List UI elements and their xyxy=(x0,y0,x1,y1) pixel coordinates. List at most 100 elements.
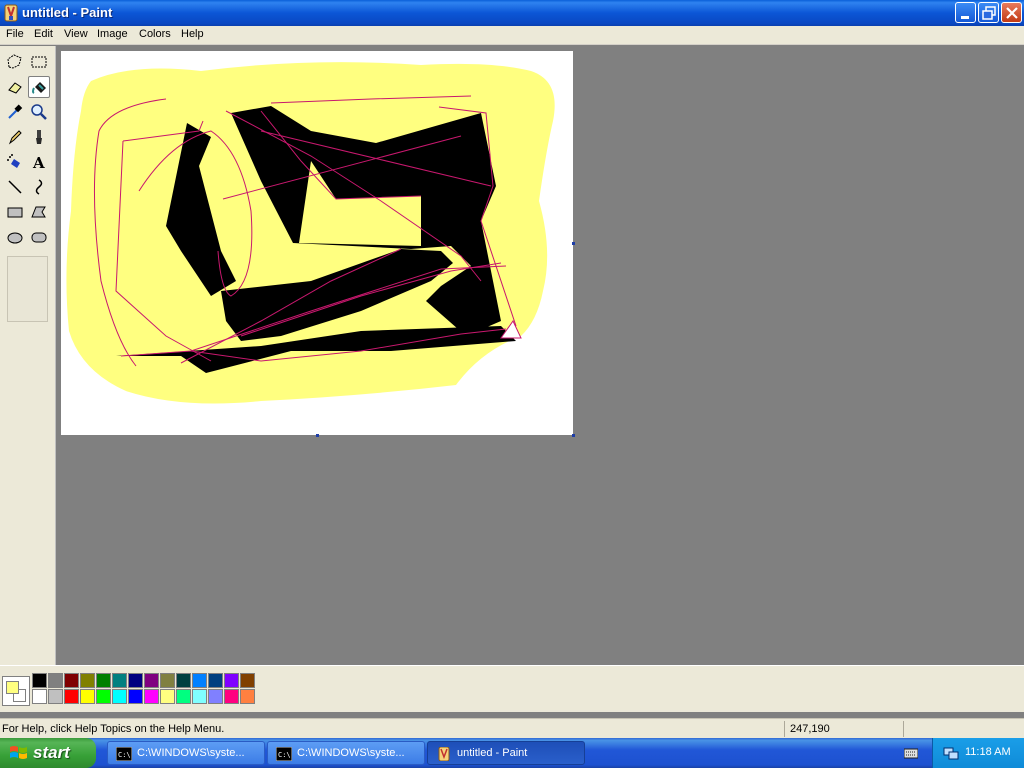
canvas-drawing xyxy=(66,62,555,404)
pencil-tool[interactable] xyxy=(4,126,26,148)
menu-help[interactable]: Help xyxy=(180,28,205,40)
resize-handle-right[interactable] xyxy=(572,242,575,245)
drawing-canvas[interactable] xyxy=(61,51,573,435)
network-icon[interactable] xyxy=(943,745,959,761)
taskbar-clock[interactable]: 11:18 AM xyxy=(965,746,1011,758)
taskbar-item-cmd-1[interactable]: C:\ C:\WINDOWS\syste... xyxy=(107,741,265,765)
menu-view[interactable]: View xyxy=(63,28,89,40)
polygon-tool[interactable] xyxy=(28,201,50,223)
color-swatch[interactable] xyxy=(48,673,63,688)
menu-image[interactable]: Image xyxy=(96,28,129,40)
color-box xyxy=(0,665,1024,712)
taskbar-item-label: C:\WINDOWS\syste... xyxy=(137,747,245,759)
menu-edit[interactable]: Edit xyxy=(33,28,54,40)
pick-color-tool[interactable] xyxy=(4,101,26,123)
airbrush-icon xyxy=(7,154,20,168)
window-title: untitled - Paint xyxy=(22,5,113,20)
free-form-select-icon xyxy=(7,54,22,69)
color-swatch[interactable] xyxy=(208,673,223,688)
color-swatch[interactable] xyxy=(64,673,79,688)
airbrush-tool[interactable] xyxy=(4,151,26,173)
close-button[interactable] xyxy=(1001,2,1022,23)
free-form-select-tool[interactable] xyxy=(4,51,26,73)
rectangle-icon xyxy=(7,207,23,218)
ellipse-icon xyxy=(7,232,23,244)
tool-box: A xyxy=(0,46,56,666)
line-tool[interactable] xyxy=(4,176,26,198)
start-button[interactable]: start xyxy=(0,738,96,768)
svg-text:A: A xyxy=(32,154,45,171)
color-swatch[interactable] xyxy=(192,673,207,688)
color-swatch[interactable] xyxy=(224,689,239,704)
tool-options-panel[interactable] xyxy=(7,256,48,322)
color-swatch[interactable] xyxy=(224,673,239,688)
color-swatch[interactable] xyxy=(240,673,255,688)
color-swatch[interactable] xyxy=(128,689,143,704)
text-icon: A xyxy=(32,154,45,171)
line-icon xyxy=(8,180,22,194)
paint-bucket-icon xyxy=(32,82,46,94)
color-swatch[interactable] xyxy=(112,673,127,688)
color-swatch[interactable] xyxy=(64,689,79,704)
svg-text:C:\: C:\ xyxy=(278,751,291,759)
color-swatch[interactable] xyxy=(144,689,159,704)
polygon-icon xyxy=(31,206,46,218)
color-swatch[interactable] xyxy=(80,673,95,688)
keyboard-icon[interactable] xyxy=(904,747,918,759)
rect-select-icon xyxy=(31,56,47,68)
color-swatch[interactable] xyxy=(192,689,207,704)
paint-icon xyxy=(438,747,450,761)
color-swatch[interactable] xyxy=(176,673,191,688)
svg-text:C:\: C:\ xyxy=(118,751,131,759)
taskbar: start C:\ C:\WINDOWS\syste... C:\ C:\WIN… xyxy=(0,738,1024,768)
title-bar: untitled - Paint xyxy=(0,0,1024,26)
resize-handle-bottom[interactable] xyxy=(316,434,319,437)
select-tool[interactable] xyxy=(28,51,50,73)
menu-file[interactable]: File xyxy=(5,28,25,40)
color-swatch[interactable] xyxy=(96,673,111,688)
taskbar-item-label: C:\WINDOWS\syste... xyxy=(297,747,405,759)
eyedropper-icon xyxy=(8,104,23,119)
fill-with-color-tool[interactable] xyxy=(28,76,50,98)
color-swatch[interactable] xyxy=(32,673,47,688)
menu-colors[interactable]: Colors xyxy=(138,28,172,40)
color-swatch[interactable] xyxy=(144,673,159,688)
current-colors[interactable] xyxy=(2,676,30,706)
eraser-tool[interactable] xyxy=(4,76,26,98)
curve-tool[interactable] xyxy=(28,176,50,198)
color-swatch[interactable] xyxy=(112,689,127,704)
resize-handle-corner[interactable] xyxy=(572,434,575,437)
color-swatch[interactable] xyxy=(48,689,63,704)
status-bar: For Help, click Help Topics on the Help … xyxy=(0,718,1024,738)
text-tool[interactable]: A xyxy=(28,151,50,173)
minimize-button[interactable] xyxy=(955,2,976,23)
color-swatch[interactable] xyxy=(80,689,95,704)
color-swatch[interactable] xyxy=(240,689,255,704)
color-swatch[interactable] xyxy=(176,689,191,704)
restore-button[interactable] xyxy=(978,2,999,23)
color-swatch[interactable] xyxy=(32,689,47,704)
color-swatch[interactable] xyxy=(96,689,111,704)
status-help-text: For Help, click Help Topics on the Help … xyxy=(2,723,225,735)
color-swatch[interactable] xyxy=(160,689,175,704)
rounded-rectangle-icon xyxy=(31,232,47,243)
minimize-icon xyxy=(961,16,969,19)
status-coordinates: 247,190 xyxy=(790,723,830,735)
taskbar-item-paint[interactable]: untitled - Paint xyxy=(427,741,585,765)
pencil-icon xyxy=(8,130,22,145)
taskbar-item-cmd-2[interactable]: C:\ C:\WINDOWS\syste... xyxy=(267,741,425,765)
color-swatch[interactable] xyxy=(160,673,175,688)
status-separator xyxy=(903,721,904,737)
eraser-icon xyxy=(8,82,22,94)
color-swatch[interactable] xyxy=(128,673,143,688)
rounded-rectangle-tool[interactable] xyxy=(28,226,50,248)
rectangle-tool[interactable] xyxy=(4,201,26,223)
magnifier-tool[interactable] xyxy=(28,101,50,123)
taskbar-item-label: untitled - Paint xyxy=(457,747,528,759)
magnifier-icon xyxy=(31,104,47,120)
brush-tool[interactable] xyxy=(28,126,50,148)
menu-bar: File Edit View Image Colors Help xyxy=(0,26,1024,45)
foreground-color-swatch xyxy=(6,681,19,694)
color-swatch[interactable] xyxy=(208,689,223,704)
ellipse-tool[interactable] xyxy=(4,226,26,248)
